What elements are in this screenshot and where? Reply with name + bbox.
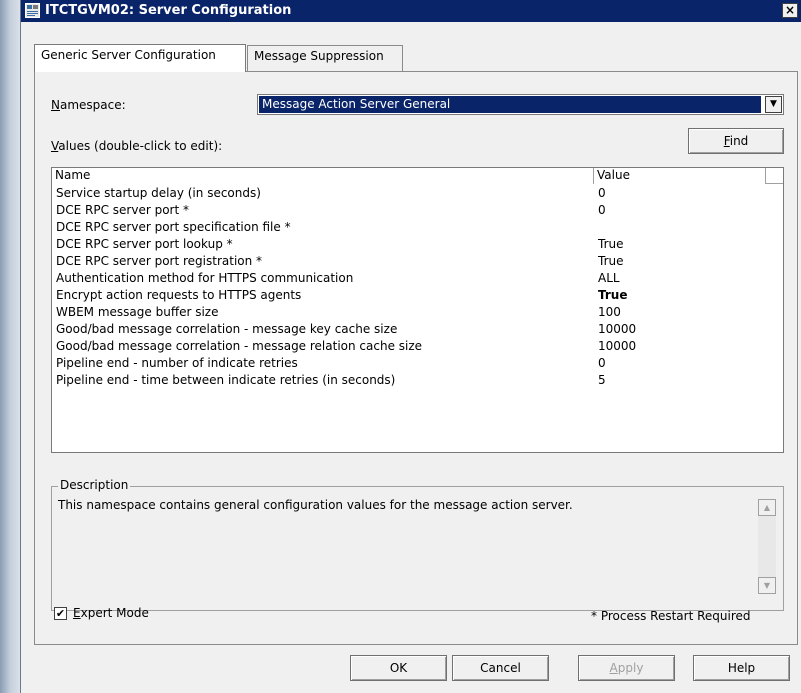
row-name: WBEM message buffer size [56, 305, 219, 319]
row-name: DCE RPC server port lookup * [56, 237, 233, 251]
cancel-button[interactable]: Cancel [452, 655, 549, 681]
table-row[interactable]: DCE RPC server port registration * True [52, 253, 783, 270]
row-name: DCE RPC server port registration * [56, 254, 263, 268]
row-value: 0 [598, 186, 606, 200]
scroll-down-icon[interactable]: ▼ [758, 577, 776, 594]
tab-generic-server-configuration[interactable]: Generic Server Configuration [34, 44, 246, 72]
close-icon: × [784, 3, 796, 17]
tab-label: Message Suppression [254, 49, 384, 63]
table-row[interactable]: DCE RPC server port specification file * [52, 219, 783, 236]
restart-note: * Process Restart Required [591, 609, 751, 623]
description-text: This namespace contains general configur… [58, 498, 573, 512]
row-name: Pipeline end - time between indicate ret… [56, 373, 396, 387]
title-bar[interactable]: ITCTGVM02: Server Configuration × [21, 0, 801, 22]
app-icon [25, 3, 40, 18]
table-row[interactable]: Pipeline end - time between indicate ret… [52, 372, 783, 389]
description-group: Description This namespace contains gene… [51, 478, 784, 611]
list-rows: Service startup delay (in seconds) 0 DCE R… [52, 185, 783, 389]
server-configuration-dialog: ITCTGVM02: Server Configuration × Generi… [20, 0, 801, 693]
values-label: Values (double-click to edit): [51, 139, 223, 153]
help-button[interactable]: Help [693, 655, 790, 681]
values-list[interactable]: Name Value Service startup delay (in sec… [51, 167, 784, 453]
column-header-name[interactable]: Name [52, 168, 594, 184]
row-value: 0 [598, 203, 606, 217]
tab-panel: Namespace: Message Action Server General… [34, 71, 798, 645]
row-name: Pipeline end - number of indicate retrie… [56, 356, 298, 370]
chevron-down-icon[interactable]: ▼ [765, 96, 782, 113]
row-value: ALL [598, 271, 620, 285]
row-name: Good/bad message correlation - message k… [56, 322, 398, 336]
table-row[interactable]: Good/bad message correlation - message r… [52, 338, 783, 355]
table-row[interactable]: Authentication method for HTTPS communic… [52, 270, 783, 287]
row-value: True [598, 288, 628, 302]
row-name: Service startup delay (in seconds) [56, 186, 261, 200]
row-name: DCE RPC server port specification file * [56, 220, 291, 234]
row-value: 5 [598, 373, 606, 387]
column-header-value[interactable]: Value [594, 168, 766, 184]
table-row[interactable]: Good/bad message correlation - message k… [52, 321, 783, 338]
row-value: True [598, 237, 624, 251]
scroll-up-icon[interactable]: ▲ [758, 499, 776, 516]
row-value: 10000 [598, 322, 637, 336]
tab-message-suppression[interactable]: Message Suppression [247, 45, 403, 71]
table-row[interactable]: DCE RPC server port * 0 [52, 202, 783, 219]
list-header: Name Value [52, 168, 783, 184]
ok-button[interactable]: OK [350, 655, 447, 681]
namespace-label: Namespace: [51, 98, 126, 112]
row-name: Authentication method for HTTPS communic… [56, 271, 354, 285]
expert-mode-label[interactable]: Expert Mode [73, 606, 149, 620]
close-button[interactable]: × [782, 3, 798, 18]
tab-label: Generic Server Configuration [41, 48, 216, 62]
namespace-dropdown[interactable]: Message Action Server General ▼ [257, 94, 784, 115]
table-row[interactable]: DCE RPC server port lookup * True [52, 236, 783, 253]
table-row[interactable]: Pipeline end - number of indicate retrie… [52, 355, 783, 372]
expert-mode-checkbox[interactable]: ✔ [54, 607, 67, 620]
table-row[interactable]: WBEM message buffer size 100 [52, 304, 783, 321]
row-name: DCE RPC server port * [56, 203, 189, 217]
row-value: True [598, 254, 624, 268]
description-title: Description [58, 478, 131, 492]
checkmark-icon: ✔ [55, 607, 66, 620]
row-value: 10000 [598, 339, 637, 353]
row-name: Good/bad message correlation - message r… [56, 339, 423, 353]
table-row[interactable]: Encrypt action requests to HTTPS agents T… [52, 287, 783, 304]
row-value: 100 [598, 305, 621, 319]
window-title: ITCTGVM02: Server Configuration [45, 3, 292, 18]
namespace-selected-value: Message Action Server General [259, 96, 761, 113]
row-value: 0 [598, 356, 606, 370]
apply-button[interactable]: Apply [578, 655, 675, 681]
row-name: Encrypt action requests to HTTPS agents [56, 288, 302, 302]
find-button[interactable]: Find [688, 128, 784, 154]
table-row[interactable]: Service startup delay (in seconds) 0 [52, 185, 783, 202]
description-scrollbar[interactable]: ▲ ▼ [758, 499, 776, 594]
